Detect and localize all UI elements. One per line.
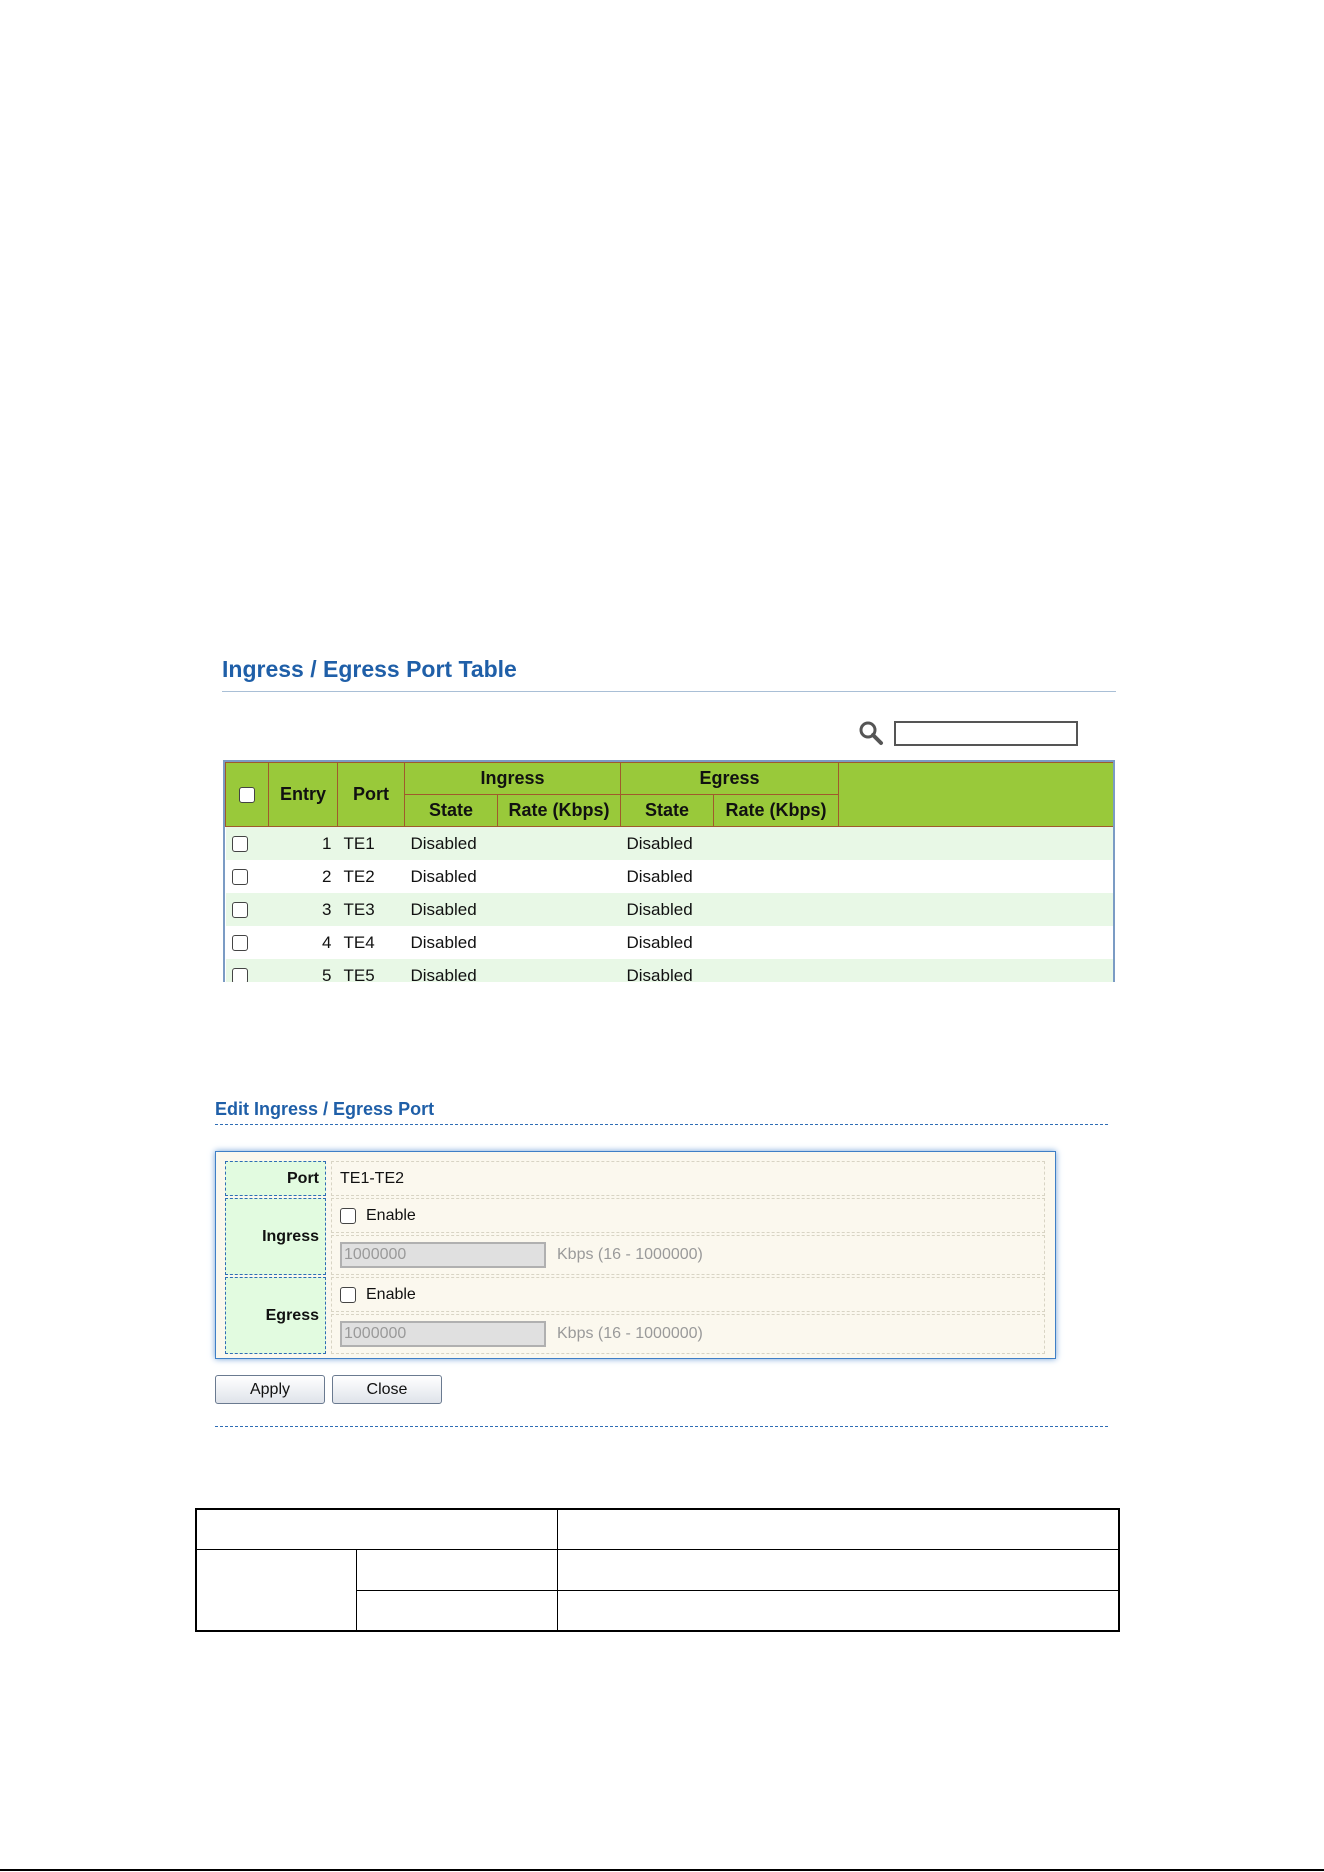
- cell-filler: [838, 926, 1113, 959]
- row-checkbox[interactable]: [231, 902, 248, 919]
- ingress-rate-row: Kbps (16 - 1000000): [331, 1235, 1045, 1275]
- cell-filler: [838, 893, 1113, 926]
- egress-enable-checkbox[interactable]: [340, 1286, 356, 1303]
- column-header-egress-state[interactable]: State: [620, 794, 714, 827]
- cell-egress-state: Disabled: [620, 926, 714, 959]
- edit-form: Port TE1-TE2 Ingress Enable Kbps (16 - 1…: [215, 1151, 1056, 1359]
- ingress-rate-input[interactable]: [340, 1242, 546, 1268]
- cell-filler: [838, 826, 1113, 860]
- cell-ingress-state: Disabled: [404, 893, 498, 926]
- egress-enable-row: Enable: [331, 1277, 1045, 1312]
- port-value: TE1-TE2: [340, 1169, 405, 1187]
- column-group-egress: Egress: [619, 762, 840, 795]
- description-table: [195, 1508, 1120, 1632]
- table-cell: [556, 1548, 1120, 1591]
- cell-entry: 3: [268, 893, 338, 926]
- edit-panel-divider-bottom: [215, 1426, 1108, 1427]
- table-row[interactable]: 5 TE5 Disabled Disabled: [225, 959, 1113, 982]
- cell-ingress-state: Disabled: [404, 826, 498, 860]
- row-checkbox[interactable]: [231, 968, 248, 982]
- cell-egress-rate: [713, 926, 839, 959]
- port-label: Port: [225, 1161, 326, 1196]
- port-table-title: Ingress / Egress Port Table: [222, 656, 517, 682]
- cell-port: TE4: [337, 926, 405, 959]
- cell-egress-state: Disabled: [620, 860, 714, 893]
- table-cell: [355, 1548, 558, 1591]
- column-header-ingress-state[interactable]: State: [404, 794, 498, 827]
- cell-egress-state: Disabled: [620, 826, 714, 860]
- cell-entry: 4: [268, 926, 338, 959]
- cell-entry: 5: [268, 959, 338, 982]
- egress-rate-row: Kbps (16 - 1000000): [331, 1314, 1045, 1354]
- table-cell: [556, 1589, 1120, 1632]
- close-button[interactable]: Close: [332, 1375, 442, 1404]
- cell-entry: 2: [268, 860, 338, 893]
- row-checkbox[interactable]: [231, 869, 248, 886]
- column-header-ingress-rate[interactable]: Rate (Kbps): [497, 794, 621, 827]
- cell-ingress-rate: [497, 893, 621, 926]
- search-input[interactable]: [894, 721, 1078, 746]
- egress-rate-unit: Kbps (16 - 1000000): [557, 1325, 703, 1342]
- column-header-egress-rate[interactable]: Rate (Kbps): [712, 794, 840, 827]
- port-value-row: TE1-TE2: [331, 1161, 1045, 1196]
- cell-ingress-state: Disabled: [404, 959, 498, 982]
- cell-port: TE3: [337, 893, 405, 926]
- column-header-filler: [838, 762, 1113, 827]
- cell-port: TE1: [337, 826, 405, 860]
- port-table-divider: [222, 691, 1116, 692]
- cell-port: TE5: [337, 959, 405, 982]
- cell-egress-rate: [713, 826, 839, 860]
- page-bottom-rule: [0, 1869, 1324, 1871]
- ingress-enable-label: Enable: [366, 1206, 416, 1224]
- table-row[interactable]: 4 TE4 Disabled Disabled: [225, 926, 1113, 959]
- port-table: Entry Port Ingress Egress State Rate (Kb…: [223, 760, 1115, 982]
- table-cell: [195, 1548, 357, 1632]
- ingress-rate-unit: Kbps (16 - 1000000): [557, 1246, 703, 1263]
- select-all-checkbox[interactable]: [239, 787, 255, 804]
- cell-ingress-rate: [497, 926, 621, 959]
- egress-rate-input[interactable]: [340, 1321, 546, 1347]
- select-all-header: [225, 762, 269, 827]
- cell-egress-rate: [713, 893, 839, 926]
- table-row[interactable]: 1 TE1 Disabled Disabled: [225, 826, 1113, 860]
- cell-filler: [838, 959, 1113, 982]
- cell-egress-rate: [713, 860, 839, 893]
- cell-egress-rate: [713, 959, 839, 982]
- edit-panel-divider-top: [215, 1124, 1108, 1125]
- cell-filler: [838, 860, 1113, 893]
- column-group-ingress: Ingress: [404, 762, 621, 795]
- edit-panel-title: Edit Ingress / Egress Port: [215, 1099, 435, 1119]
- row-checkbox[interactable]: [231, 836, 248, 853]
- column-header-port[interactable]: Port: [337, 762, 405, 827]
- apply-button[interactable]: Apply: [215, 1375, 325, 1404]
- cell-ingress-rate: [497, 860, 621, 893]
- table-cell: [355, 1589, 558, 1632]
- ingress-enable-row: Enable: [331, 1198, 1045, 1233]
- cell-ingress-rate: [497, 826, 621, 860]
- table-cell: [195, 1508, 558, 1550]
- egress-label: Egress: [225, 1277, 326, 1354]
- table-cell: [556, 1508, 1120, 1550]
- row-checkbox[interactable]: [231, 935, 248, 952]
- egress-enable-label: Enable: [366, 1285, 416, 1303]
- cell-entry: 1: [268, 826, 338, 860]
- column-header-entry[interactable]: Entry: [268, 762, 338, 827]
- cell-ingress-rate: [497, 959, 621, 982]
- cell-ingress-state: Disabled: [404, 926, 498, 959]
- search-icon[interactable]: [858, 720, 884, 746]
- ingress-enable-checkbox[interactable]: [340, 1207, 356, 1224]
- cell-egress-state: Disabled: [620, 893, 714, 926]
- cell-egress-state: Disabled: [620, 959, 714, 982]
- table-row[interactable]: 3 TE3 Disabled Disabled: [225, 893, 1113, 926]
- cell-port: TE2: [337, 860, 405, 893]
- ingress-label: Ingress: [225, 1198, 326, 1275]
- cell-ingress-state: Disabled: [404, 860, 498, 893]
- table-row[interactable]: 2 TE2 Disabled Disabled: [225, 860, 1113, 893]
